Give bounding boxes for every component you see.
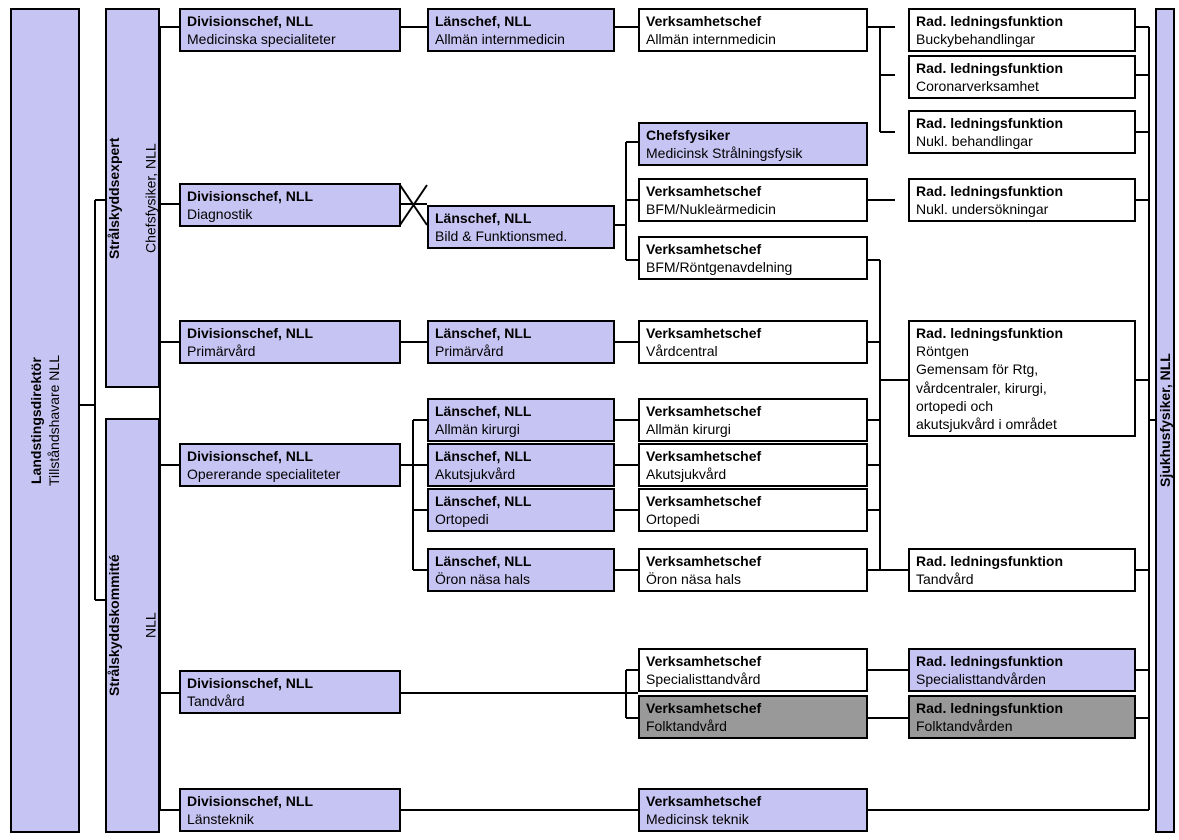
- stralskyddskommitte-box: Strålskyddskommitté NLL: [105, 418, 160, 833]
- verk-folktand: Verksamhetschef Folktandvård: [638, 695, 868, 739]
- landstingsdirektor-title: Landstingsdirektör: [27, 355, 45, 486]
- rad-spectand: Rad. ledningsfunktion Specialisttandvård…: [908, 648, 1136, 692]
- rad-rontgen: Rad. ledningsfunktion Röntgen Gemensam f…: [908, 320, 1136, 437]
- verk-medteknik: Verksamhetschef Medicinsk teknik: [638, 788, 868, 832]
- rad-bucky: Rad. ledningsfunktion Buckybehandlingar: [908, 8, 1136, 52]
- div-med: Divisionschef, NLL Medicinska specialite…: [179, 8, 401, 52]
- rad-nuklbeh: Rad. ledningsfunktion Nukl. behandlingar: [908, 110, 1136, 154]
- rad-coronar: Rad. ledningsfunktion Coronarverksamhet: [908, 55, 1136, 99]
- stralskyddsexpert-sub: Chefsfysiker, NLL: [142, 137, 160, 258]
- div-primar: Divisionschef, NLL Primärvård: [179, 320, 401, 364]
- verk-ortopedi: Verksamhetschef Ortopedi: [638, 488, 868, 532]
- stralskyddsexpert-box: Strålskyddsexpert Chefsfysiker, NLL: [105, 8, 160, 388]
- div-oper: Divisionschef, NLL Opererande specialite…: [179, 443, 401, 487]
- stralskyddskommitte-sub: NLL: [142, 555, 160, 697]
- lans-akut: Länschef, NLL Akutsjukvård: [427, 443, 615, 487]
- sjukhusfysiker-title: Sjukhusfysiker, NLL: [1156, 354, 1174, 488]
- stralskyddsexpert-title: Strålskyddsexpert: [105, 137, 123, 258]
- verk-bfmrtg: Verksamhetschef BFM/Röntgenavdelning: [638, 236, 868, 280]
- stralskyddskommitte-title: Strålskyddskommitté: [105, 555, 123, 697]
- verk-kirurgi: Verksamhetschef Allmän kirurgi: [638, 398, 868, 442]
- rad-tandvard: Rad. ledningsfunktion Tandvård: [908, 548, 1136, 592]
- verk-vardcentral: Verksamhetschef Vårdcentral: [638, 320, 868, 364]
- landstingsdirektor-box: Landstingsdirektör Tillståndshavare NLL: [10, 8, 80, 833]
- verk-spectand: Verksamhetschef Specialisttandvård: [638, 648, 868, 692]
- landstingsdirektor-sub: Tillståndshavare NLL: [45, 355, 63, 486]
- lans-internmed: Länschef, NLL Allmän internmedicin: [427, 8, 615, 52]
- lans-kirurgi: Länschef, NLL Allmän kirurgi: [427, 398, 615, 442]
- div-diag: Divisionschef, NLL Diagnostik: [179, 183, 401, 227]
- rad-folktand: Rad. ledningsfunktion Folktandvården: [908, 695, 1136, 739]
- verk-oron: Verksamhetschef Öron näsa hals: [638, 548, 868, 592]
- verk-internmed: Verksamhetschef Allmän internmedicin: [638, 8, 868, 52]
- lans-oron: Länschef, NLL Öron näsa hals: [427, 548, 615, 592]
- div-tand: Divisionschef, NLL Tandvård: [179, 670, 401, 714]
- verk-akut: Verksamhetschef Akutsjukvård: [638, 443, 868, 487]
- verk-chefsfysiker: Chefsfysiker Medicinsk Strålningsfysik: [638, 122, 868, 166]
- lans-primar: Länschef, NLL Primärvård: [427, 320, 615, 364]
- lans-bfm: Länschef, NLL Bild & Funktionsmed.: [427, 205, 615, 249]
- sjukhusfysiker-box: Sjukhusfysiker, NLL: [1155, 8, 1175, 833]
- lans-ortopedi: Länschef, NLL Ortopedi: [427, 488, 615, 532]
- rad-nuklund: Rad. ledningsfunktion Nukl. undersökning…: [908, 178, 1136, 222]
- verk-bfmnukl: Verksamhetschef BFM/Nukleärmedicin: [638, 178, 868, 222]
- div-lansteknik: Divisionschef, NLL Länsteknik: [179, 788, 401, 832]
